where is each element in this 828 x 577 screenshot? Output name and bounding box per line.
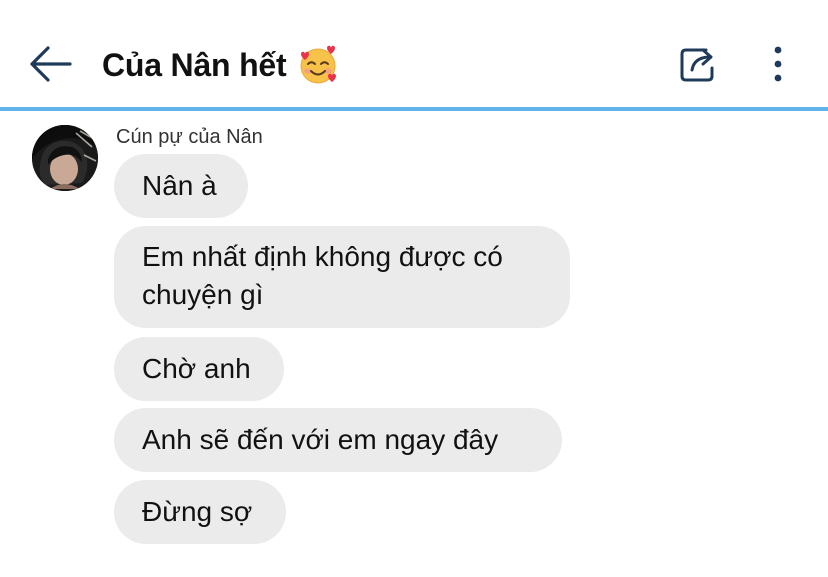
message-bubble[interactable]: Em nhất định không được có chuyện gì [114, 226, 570, 328]
chat-title[interactable]: Của Nân hết [102, 42, 339, 88]
chat-screen: Của Nân hết Cún pự của Nân Nân à Em nhất… [0, 0, 828, 577]
header-divider [0, 107, 828, 111]
sender-name: Cún pự của Nân [116, 126, 263, 148]
arrow-left-icon [30, 46, 72, 82]
message-bubble[interactable]: Đừng sợ [114, 480, 286, 544]
smiling-face-with-hearts-icon [300, 45, 336, 84]
page-title: Của Nân hết [102, 46, 287, 83]
more-options-button[interactable] [756, 40, 800, 88]
avatar[interactable] [32, 125, 98, 191]
avatar-image [32, 125, 98, 191]
back-button[interactable] [22, 40, 78, 88]
more-vertical-icon [774, 46, 782, 82]
chat-header: Của Nân hết [0, 0, 828, 108]
message-bubble[interactable]: Nân à [114, 154, 248, 218]
share-button[interactable] [672, 40, 724, 88]
message-bubble[interactable]: Anh sẽ đến với em ngay đây [114, 408, 562, 472]
share-icon [680, 48, 714, 82]
message-bubble[interactable]: Chờ anh [114, 337, 284, 401]
